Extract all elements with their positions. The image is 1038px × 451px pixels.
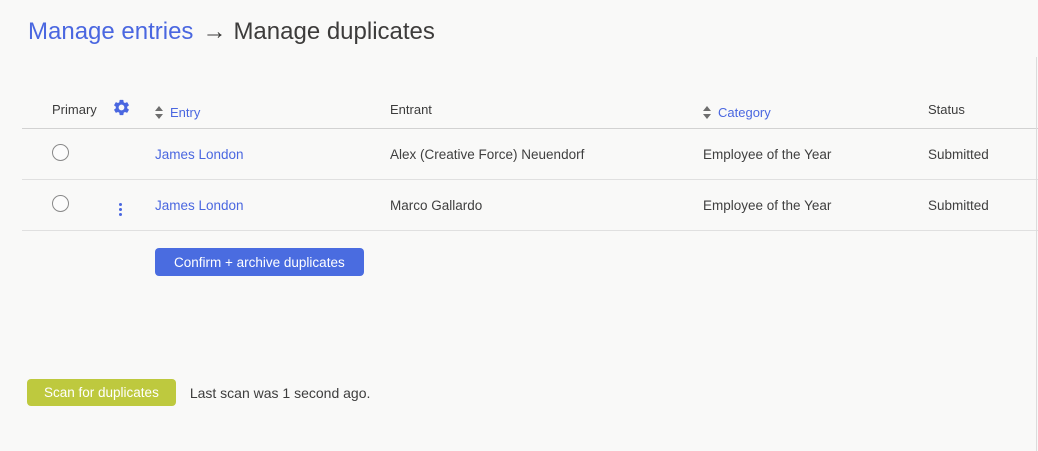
sort-arrows-icon — [155, 105, 163, 119]
settings-button[interactable] — [112, 98, 131, 117]
table-header-row: Primary Entry Entrant Category Status — [22, 90, 1038, 129]
status-cell: Submitted — [928, 146, 989, 162]
column-header-entrant: Entrant — [390, 101, 432, 117]
status-cell: Submitted — [928, 197, 989, 213]
category-cell: Employee of the Year — [703, 146, 832, 162]
manage-entries-link[interactable]: Manage entries — [28, 18, 193, 45]
sort-arrows-icon — [703, 105, 711, 119]
column-header-category: Category — [703, 99, 928, 120]
column-header-settings — [112, 98, 155, 120]
right-edge-divider — [1036, 57, 1037, 451]
category-column-link[interactable]: Category — [718, 105, 771, 120]
page-title: Manage duplicates — [233, 18, 435, 45]
entry-link[interactable]: James London — [155, 198, 244, 213]
primary-cell — [22, 144, 112, 164]
last-scan-status-text: Last scan was 1 second ago. — [189, 384, 371, 401]
entry-link[interactable]: James London — [155, 147, 244, 162]
primary-cell — [22, 195, 112, 215]
kebab-menu-icon — [119, 202, 122, 206]
entrant-cell: Alex (Creative Force) Neuendorf — [390, 146, 585, 162]
scan-for-duplicates-button[interactable]: Scan for duplicates — [27, 379, 176, 406]
row-menu-cell — [112, 194, 155, 217]
scan-section: Scan for duplicates Last scan was 1 seco… — [27, 379, 370, 406]
column-header-entry: Entry — [155, 99, 390, 120]
duplicates-table: Primary Entry Entrant Category Status Ja… — [22, 90, 1038, 231]
sort-entry-control[interactable]: Entry — [155, 105, 200, 120]
gear-icon — [112, 98, 131, 117]
table-row: James London Alex (Creative Force) Neuen… — [22, 129, 1038, 180]
table-row: James London Marco Gallardo Employee of … — [22, 180, 1038, 231]
primary-radio-row-0[interactable] — [52, 144, 69, 161]
entry-column-link[interactable]: Entry — [170, 105, 200, 120]
breadcrumb-arrow-icon: → — [202, 18, 227, 45]
entry-cell: James London — [155, 198, 390, 213]
category-cell: Employee of the Year — [703, 197, 832, 213]
primary-radio-row-1[interactable] — [52, 195, 69, 212]
breadcrumb: Manage entries → Manage duplicates — [0, 0, 1038, 48]
entrant-cell: Marco Gallardo — [390, 197, 483, 213]
column-header-status: Status — [928, 101, 965, 117]
row-menu-button[interactable] — [112, 202, 128, 217]
sort-category-control[interactable]: Category — [703, 105, 771, 120]
manage-duplicates-page: Manage entries → Manage duplicates Primary… — [0, 0, 1038, 451]
entry-cell: James London — [155, 147, 390, 162]
confirm-archive-duplicates-button[interactable]: Confirm + archive duplicates — [155, 248, 364, 276]
column-header-primary: Primary — [52, 101, 97, 117]
